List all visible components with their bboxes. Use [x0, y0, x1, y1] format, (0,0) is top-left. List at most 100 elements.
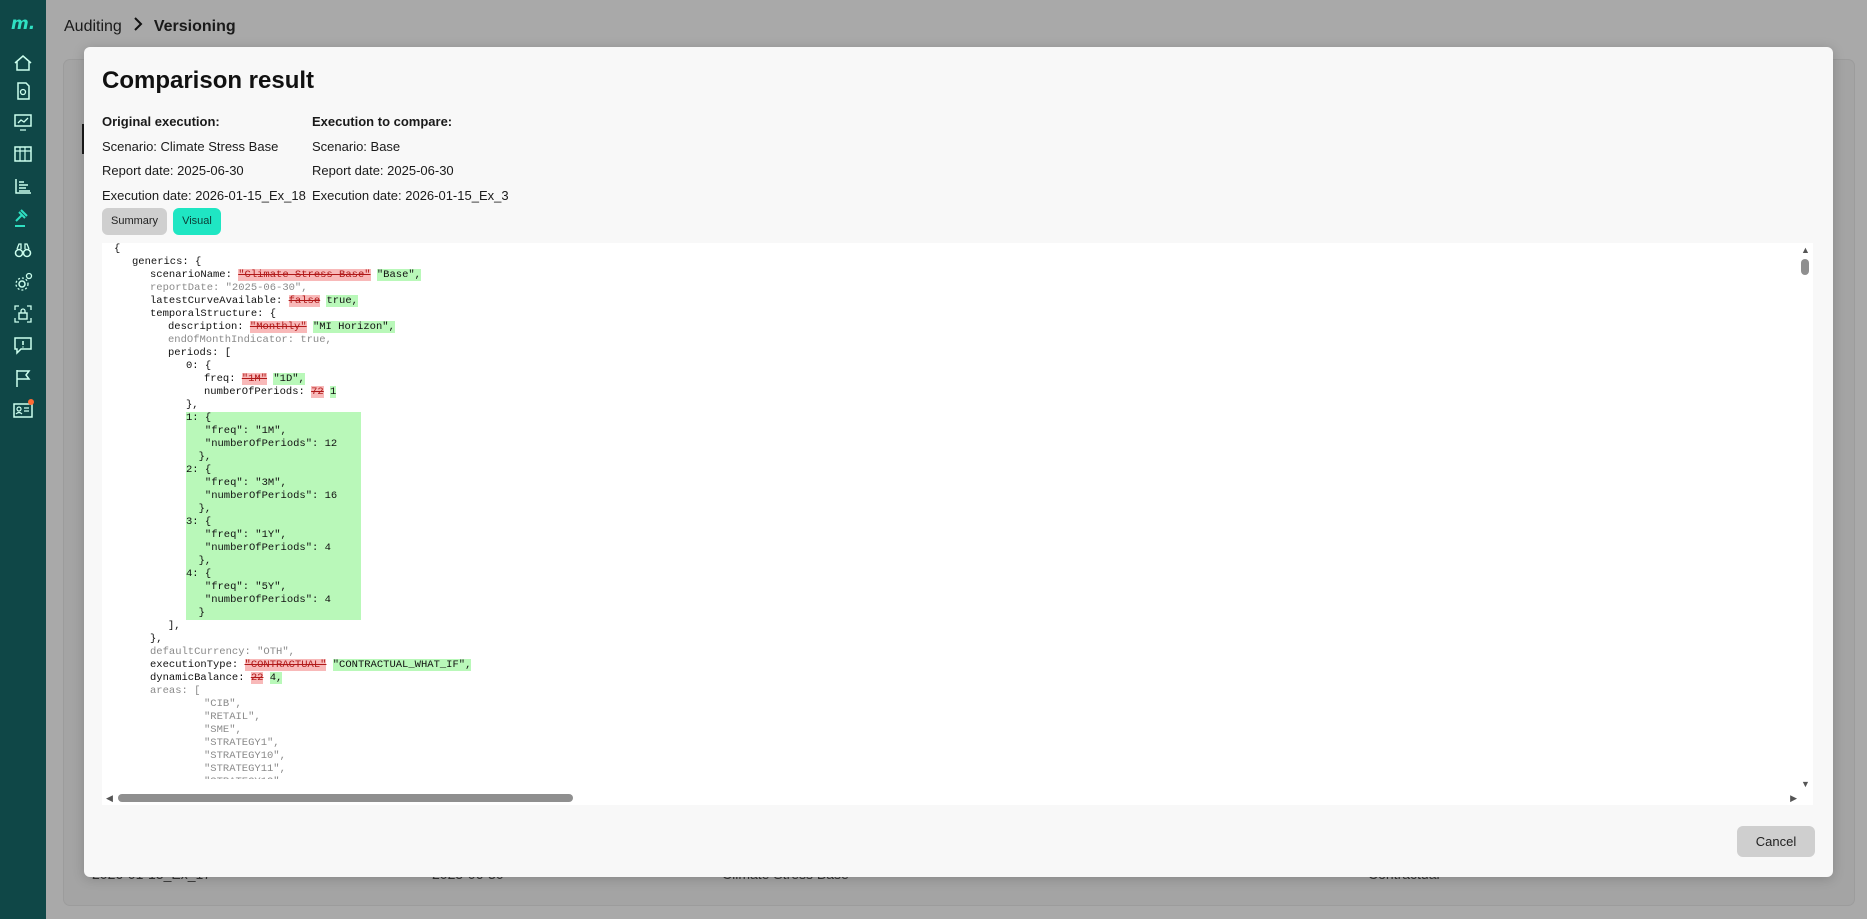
alert-message-icon[interactable] [12, 334, 34, 356]
horizontal-scrollbar[interactable]: ◀ ▶ [102, 791, 1813, 805]
compare-scenario: Scenario: Base [312, 138, 401, 154]
code-text: endOfMonthIndicator: true, [168, 334, 332, 346]
code-text: 2: { [186, 464, 212, 476]
scroll-up-icon[interactable]: ▲ [1801, 245, 1810, 255]
diff-line: "numberOfPeriods": 16 [114, 490, 1794, 503]
tab-visual[interactable]: Visual [173, 208, 221, 235]
code-text: }, [150, 633, 163, 645]
code-text: latestCurveAvailable: [150, 295, 289, 307]
removed-value: "Climate Stress Base" [238, 269, 371, 281]
code-text: periods: [ [168, 347, 232, 359]
removed-value: "CONTRACTUAL" [244, 659, 327, 671]
code-text: "SME", [204, 724, 242, 736]
diff-line: }, [114, 555, 1794, 568]
monitor-chart-icon[interactable] [12, 111, 34, 133]
gavel-icon[interactable] [12, 207, 34, 229]
code-text: "CIB", [204, 698, 242, 710]
diff-line: "freq": "5Y", [114, 581, 1794, 594]
scroll-right-icon[interactable]: ▶ [1790, 793, 1797, 804]
page-header [46, 0, 1867, 52]
diff-viewer[interactable]: {generics: {scenarioName: "Climate Stres… [102, 243, 1813, 791]
code-text: "numberOfPeriods": 4 [186, 542, 331, 554]
scroll-left-icon[interactable]: ◀ [106, 793, 113, 804]
code-text: dynamicBalance: [150, 672, 251, 684]
compare-execution-info: Execution to compare: Scenario: Base Rep… [312, 110, 509, 208]
original-report-date: Report date: 2025-06-30 [102, 163, 244, 178]
document-icon[interactable] [12, 80, 34, 102]
horizontal-scroll-thumb[interactable] [118, 794, 573, 802]
added-value: 4, [269, 672, 283, 684]
diff-line: reportDate: "2025-06-30", [114, 282, 1794, 295]
bar-list-icon[interactable] [12, 175, 34, 197]
diff-line: 4: { [114, 568, 1794, 581]
code-text: 1: { [186, 412, 212, 424]
code-text: generics: { [132, 256, 202, 268]
code-text: { [114, 243, 121, 255]
original-execution-heading: Original execution: [102, 114, 220, 129]
tab-summary[interactable]: Summary [102, 208, 168, 235]
diff-code: {generics: {scenarioName: "Climate Stres… [114, 243, 1794, 779]
breadcrumb-parent[interactable]: Auditing [64, 18, 122, 36]
binoculars-icon[interactable] [12, 239, 34, 261]
added-value: 1 [330, 386, 337, 398]
diff-line: freq: "1M" "1D", [114, 373, 1794, 386]
diff-line: numberOfPeriods: 72 1 [114, 386, 1794, 399]
code-text: "freq": "1Y", [186, 529, 287, 541]
sidebar: m. [0, 0, 46, 919]
code-text: temporalStructure: { [150, 308, 277, 320]
diff-line: "STRATEGY11", [114, 763, 1794, 776]
compare-execution-heading: Execution to compare: [312, 114, 453, 129]
code-text: } [186, 607, 205, 619]
diff-line: "freq": "1Y", [114, 529, 1794, 542]
gear-cog-icon[interactable] [12, 271, 34, 293]
diff-line: "RETAIL", [114, 711, 1794, 724]
diff-line: }, [114, 633, 1794, 646]
code-text: "freq": "5Y", [186, 581, 287, 593]
cancel-button[interactable]: Cancel [1737, 826, 1815, 857]
code-text: 4: { [186, 568, 212, 580]
breadcrumb-current: Versioning [153, 17, 236, 35]
compare-report-date: Report date: 2025-06-30 [312, 163, 454, 178]
flag-icon[interactable] [12, 367, 34, 389]
diff-line: "STRATEGY1", [114, 737, 1794, 750]
code-text: defaultCurrency: "OTH", [150, 646, 295, 658]
code-text: "STRATEGY11", [204, 763, 286, 775]
comparison-modal: Comparison result Original execution: Sc… [84, 47, 1833, 877]
vertical-scrollbar[interactable]: ▲ ▼ [1799, 243, 1811, 791]
diff-line: 3: { [114, 516, 1794, 529]
code-text: description: [168, 321, 250, 333]
original-execution-info: Original execution: Scenario: Climate St… [102, 110, 306, 208]
diff-line: 0: { [114, 360, 1794, 373]
diff-line: "SME", [114, 724, 1794, 737]
id-card-icon[interactable] [12, 399, 34, 421]
code-text: "numberOfPeriods": 4 [186, 594, 331, 606]
diff-line: dynamicBalance: 22 4, [114, 672, 1794, 685]
code-text: "STRATEGY10", [204, 750, 286, 762]
diff-line: ], [114, 620, 1794, 633]
diff-line: } [114, 607, 1794, 620]
compare-execution-date: Execution date: 2026-01-15_Ex_3 [312, 187, 509, 203]
code-text: areas: [ [150, 685, 201, 697]
lock-icon[interactable] [12, 303, 34, 325]
removed-value: 72 [311, 386, 324, 398]
code-text: "STRATEGY12", [204, 776, 286, 779]
home-icon[interactable] [12, 52, 34, 74]
code-text: }, [186, 399, 199, 411]
original-execution-date: Execution date: 2026-01-15_Ex_18 [102, 187, 306, 203]
code-text: 0: { [186, 360, 212, 372]
code-text: }, [186, 555, 212, 567]
original-scenario: Scenario: Climate Stress Base [102, 138, 279, 154]
added-value: "CONTRACTUAL_WHAT_IF", [332, 659, 472, 671]
code-text: }, [186, 451, 212, 463]
diff-line: "numberOfPeriods": 4 [114, 594, 1794, 607]
vertical-scroll-thumb[interactable] [1801, 259, 1809, 275]
app-logo[interactable]: m. [11, 14, 35, 34]
removed-value: "1M" [241, 373, 268, 385]
diff-line: }, [114, 399, 1794, 412]
table-icon[interactable] [12, 143, 34, 165]
diff-line: periods: [ [114, 347, 1794, 360]
scroll-down-icon[interactable]: ▼ [1801, 779, 1810, 789]
modal-title: Comparison result [102, 67, 315, 94]
